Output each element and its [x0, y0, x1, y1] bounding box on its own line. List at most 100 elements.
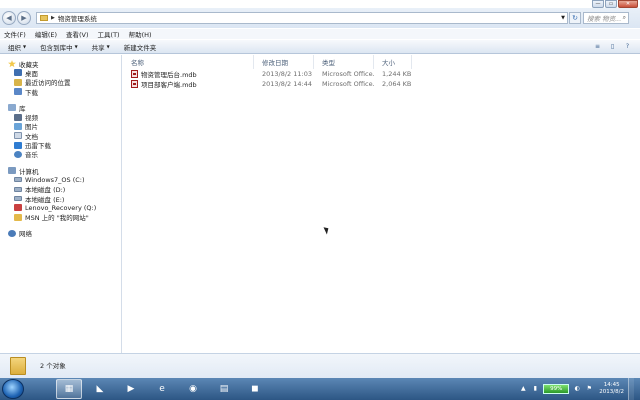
recovery-drive-icon: [14, 204, 22, 212]
volume-icon[interactable]: ◐: [573, 385, 581, 393]
share-label: 共享: [91, 43, 105, 52]
nav-item-downloads[interactable]: 下载: [0, 87, 121, 97]
nav-item-drive-d[interactable]: 本地磁盘 (D:): [0, 185, 121, 194]
view-controls: ≡ ▯ ?: [593, 43, 640, 51]
nav-item-pictures[interactable]: 图片: [0, 122, 121, 131]
nav-item-desktop[interactable]: 桌面: [0, 68, 121, 78]
file-size: 1,244 KB: [382, 70, 412, 78]
drive-icon: [14, 177, 22, 183]
nav-item-drive-q[interactable]: Lenovo_Recovery (Q:): [0, 203, 121, 212]
maximize-button[interactable]: ▭: [605, 0, 617, 8]
column-header-name[interactable]: 名称: [123, 55, 254, 69]
nav-favorites[interactable]: 收藏夹: [0, 59, 121, 69]
menu-file[interactable]: 文件(F): [4, 29, 26, 39]
nav-item-label: 音乐: [25, 151, 38, 160]
nav-item-videos[interactable]: 视频: [0, 112, 121, 122]
notes-icon: ▤: [219, 384, 229, 394]
taskbar-app-bird[interactable]: ◣: [87, 379, 113, 399]
close-button[interactable]: ✕: [618, 0, 638, 8]
navigation-pane: 收藏夹 桌面 最近访问的位置 下载 库 视频 图片 文档 迅雷下载 音乐 计算机…: [0, 55, 122, 353]
organize-label: 组织: [8, 43, 21, 52]
access-database-icon: [131, 70, 138, 78]
search-placeholder: 搜索 物资...: [587, 15, 622, 23]
chevron-down-icon[interactable]: ▼: [559, 15, 567, 21]
file-name-cell[interactable]: 项目部客户端.mdb: [123, 79, 254, 89]
nav-item-music[interactable]: 音乐: [0, 150, 121, 159]
view-options-icon[interactable]: ≡: [593, 43, 602, 51]
file-name: 项目部客户端.mdb: [141, 81, 197, 89]
music-icon: [14, 150, 22, 158]
address-bar[interactable]: ▶ 物资管理系统 ▼: [36, 12, 568, 24]
nav-item-thunder[interactable]: 迅雷下载: [0, 140, 121, 150]
menu-help[interactable]: 帮助(H): [129, 29, 152, 39]
column-header-size[interactable]: 大小: [374, 55, 412, 69]
clock[interactable]: 14:45 2013/8/2: [599, 382, 624, 396]
back-button[interactable]: ◀: [2, 11, 16, 25]
search-input[interactable]: 搜索 物资... ⌕: [583, 12, 629, 24]
file-size: 2,064 KB: [382, 80, 412, 88]
desktop-icon: [14, 69, 22, 77]
star-icon: [8, 60, 16, 68]
clock-date: 2013/8/2: [599, 389, 624, 395]
nav-network[interactable]: 网络: [0, 229, 121, 238]
taskbar-notes[interactable]: ▤: [211, 379, 237, 399]
taskbar-camera[interactable]: ◼: [242, 379, 268, 399]
folder-icon: [40, 15, 48, 21]
help-icon[interactable]: ?: [623, 43, 632, 51]
minimize-button[interactable]: —: [592, 0, 604, 8]
preview-pane-icon[interactable]: ▯: [608, 43, 617, 51]
nav-computer[interactable]: 计算机: [0, 166, 121, 176]
nav-item-drive-e[interactable]: 本地磁盘 (E:): [0, 194, 121, 204]
nav-network-label: 网络: [19, 230, 32, 239]
address-row: ◀ ▶ ▶ 物资管理系统 ▼ ↻ 搜索 物资... ⌕: [0, 8, 640, 28]
network-tray-icon[interactable]: ▮: [531, 385, 539, 393]
document-icon: [14, 132, 22, 140]
menu-view[interactable]: 查看(V): [66, 29, 89, 39]
forward-button[interactable]: ▶: [17, 11, 31, 25]
start-button[interactable]: [2, 379, 24, 399]
menu-tools[interactable]: 工具(T): [98, 29, 120, 39]
taskbar-media[interactable]: ▶: [118, 379, 144, 399]
nav-item-documents[interactable]: 文档: [0, 131, 121, 141]
file-date: 2013/8/2 14:44: [262, 80, 312, 88]
chevron-right-icon[interactable]: ▶: [51, 15, 55, 21]
internet-explorer-icon: e: [159, 384, 165, 394]
organize-button[interactable]: 组织 ▼: [8, 42, 26, 52]
search-icon[interactable]: ⌕: [623, 14, 626, 22]
include-in-library-label: 包含到库中: [40, 43, 73, 52]
nav-item-drive-c[interactable]: Windows7_OS (C:): [0, 175, 121, 184]
taskbar-ie[interactable]: e: [149, 379, 175, 399]
file-row[interactable]: 项目部客户端.mdb 2013/8/2 14:44 Microsoft Offi…: [123, 79, 640, 89]
column-header-date[interactable]: 修改日期: [254, 55, 314, 69]
color-wheel-icon: ◉: [189, 384, 197, 394]
share-button[interactable]: 共享 ▼: [92, 42, 110, 52]
file-row[interactable]: 物资管理后台.mdb 2013/8/2 11:03 Microsoft Offi…: [123, 69, 640, 79]
file-type: Microsoft Office...: [322, 80, 374, 88]
refresh-button[interactable]: ↻: [569, 12, 581, 24]
show-desktop-button[interactable]: [628, 378, 634, 400]
camera-icon: ◼: [251, 384, 259, 394]
command-bar: 组织 ▼ 包含到库中 ▼ 共享 ▼ 新建文件夹 ≡ ▯ ?: [0, 40, 640, 54]
nav-item-recent[interactable]: 最近访问的位置: [0, 78, 121, 87]
battery-indicator[interactable]: 99%: [543, 384, 570, 394]
file-date: 2013/8/2 11:03: [262, 70, 312, 78]
menu-bar: 文件(F) 编辑(E) 查看(V) 工具(T) 帮助(H): [0, 29, 640, 39]
nav-item-label: 下载: [25, 88, 38, 97]
new-folder-label: 新建文件夹: [123, 43, 157, 52]
msn-folder-icon: [14, 213, 22, 221]
taskbar-color[interactable]: ◉: [180, 379, 206, 399]
include-in-library-button[interactable]: 包含到库中 ▼: [40, 42, 78, 52]
drive-icon: [14, 186, 22, 192]
nav-item-msn-site[interactable]: MSN 上的 "我的网站": [0, 212, 121, 222]
bird-icon: ◣: [96, 384, 104, 394]
new-folder-button[interactable]: 新建文件夹: [124, 42, 157, 52]
nav-libraries[interactable]: 库: [0, 103, 121, 113]
tray-app-icon[interactable]: ▲: [519, 385, 527, 393]
explorer-window: — ▭ ✕ ◀ ▶ ▶ 物资管理系统 ▼ ↻ 搜索 物资... ⌕ 文件(F) …: [0, 0, 640, 378]
flag-icon[interactable]: ⚑: [585, 385, 593, 393]
breadcrumb[interactable]: 物资管理系统: [58, 13, 97, 23]
column-header-type[interactable]: 类型: [314, 55, 374, 69]
taskbar-explorer[interactable]: ▦: [56, 379, 82, 399]
file-name-cell[interactable]: 物资管理后台.mdb: [123, 69, 254, 79]
menu-edit[interactable]: 编辑(E): [35, 29, 57, 39]
